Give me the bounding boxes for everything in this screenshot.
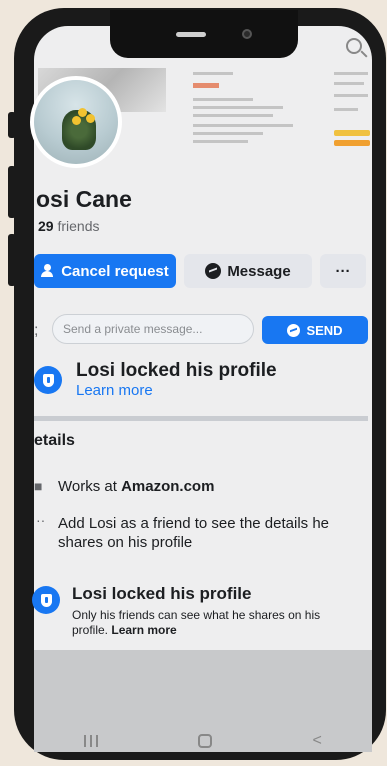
briefcase-icon: ■ bbox=[34, 478, 43, 494]
friends-count[interactable]: 29 friends bbox=[38, 218, 100, 234]
phone-side-button bbox=[8, 166, 16, 218]
more-dots-icon: ·· bbox=[36, 512, 46, 528]
cover-price-mark bbox=[193, 83, 219, 88]
section-divider bbox=[34, 416, 368, 421]
shield-icon bbox=[34, 366, 62, 394]
cover-yellow-button bbox=[334, 130, 370, 136]
cancel-request-button[interactable]: Cancel request bbox=[34, 254, 176, 288]
learn-more-link[interactable]: Learn more bbox=[76, 382, 153, 399]
search-icon[interactable] bbox=[346, 38, 368, 60]
locked-card-subtitle-text: Only his friends can see what he shares … bbox=[72, 608, 321, 637]
friends-number: 29 bbox=[38, 218, 54, 234]
notch bbox=[110, 10, 298, 58]
works-company[interactable]: Amazon.com bbox=[121, 478, 214, 495]
more-options-button[interactable]: ··· bbox=[320, 254, 366, 288]
message-label: Message bbox=[227, 262, 291, 280]
back-icon[interactable]: < bbox=[313, 732, 322, 750]
android-nav-bar: < bbox=[34, 724, 372, 758]
works-prefix: Works at bbox=[58, 478, 122, 495]
message-button[interactable]: Message bbox=[184, 254, 312, 288]
person-cancel-icon bbox=[41, 264, 55, 278]
private-message-input[interactable] bbox=[52, 314, 254, 344]
camera-icon bbox=[242, 29, 252, 39]
locked-card-learn-more[interactable]: Learn more bbox=[111, 623, 176, 637]
recents-icon[interactable] bbox=[84, 735, 99, 747]
works-at-text: Works at Amazon.com bbox=[58, 478, 214, 495]
details-heading: etails bbox=[34, 432, 75, 449]
locked-card-subtitle: Only his friends can see what he shares … bbox=[72, 608, 342, 638]
messenger-icon bbox=[205, 263, 222, 279]
locked-profile-title: Losi locked his profile bbox=[76, 360, 277, 381]
phone-side-button bbox=[8, 234, 16, 286]
locked-card-title: Losi locked his profile bbox=[72, 584, 252, 603]
cancel-request-label: Cancel request bbox=[61, 262, 169, 280]
cover-orange-button bbox=[334, 140, 370, 146]
friends-label: friends bbox=[53, 218, 100, 234]
speaker bbox=[176, 32, 206, 37]
more-label: ··· bbox=[335, 262, 351, 280]
home-icon[interactable] bbox=[198, 734, 213, 748]
compose-icon: ; bbox=[34, 322, 39, 339]
messenger-send-icon bbox=[287, 323, 301, 337]
add-friend-details-text: Add Losi as a friend to see the details … bbox=[58, 515, 330, 551]
shield-icon bbox=[32, 586, 60, 614]
profile-name: osi Cane bbox=[36, 186, 132, 212]
send-label: SEND bbox=[306, 322, 343, 338]
send-button[interactable]: SEND bbox=[262, 316, 368, 344]
phone-side-button bbox=[8, 112, 16, 138]
avatar[interactable] bbox=[30, 76, 122, 168]
